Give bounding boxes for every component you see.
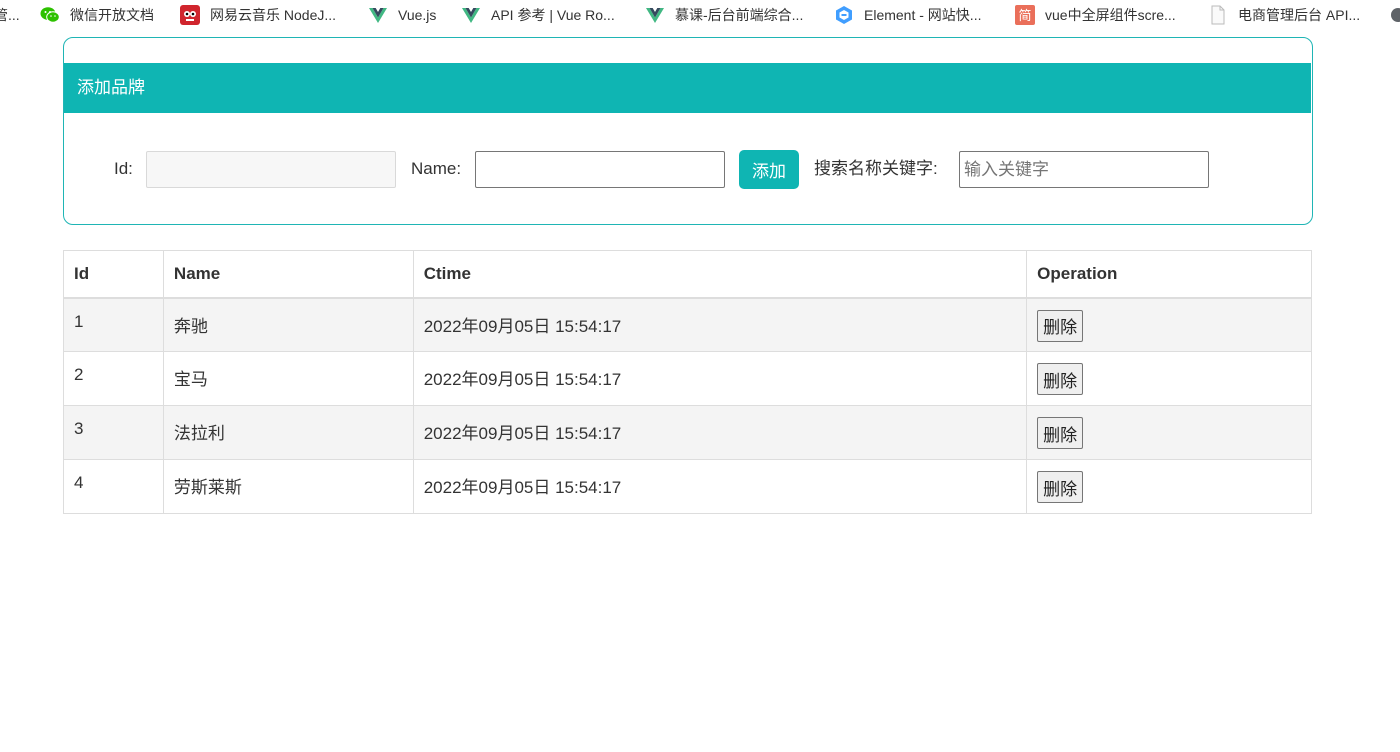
- name-label: Name:: [411, 159, 462, 178]
- cell-ctime: 2022年09月05日 15:54:17: [412, 351, 1028, 406]
- name-input[interactable]: [475, 151, 725, 188]
- bookmark-overflow[interactable]: [1388, 3, 1400, 27]
- bookmark-label: 网易云音乐 NodeJ...: [210, 7, 337, 23]
- cell-id: 3: [63, 405, 164, 460]
- cell-operation: 删除: [1026, 459, 1312, 514]
- id-label: Id:: [114, 159, 133, 178]
- cell-name: 奔驰: [162, 297, 414, 352]
- vue-icon: [368, 5, 388, 25]
- cell-id: 4: [63, 459, 164, 514]
- table-row: 4 劳斯莱斯 2022年09月05日 15:54:17 删除: [63, 459, 1312, 514]
- bookmark-wechat-docs[interactable]: 微信开放文档: [40, 3, 154, 27]
- netease-music-icon: [180, 5, 200, 25]
- bookmark-vue-router-api[interactable]: API 参考 | Vue Ro...: [461, 3, 615, 27]
- wechat-icon: [40, 5, 60, 25]
- table-header-row: Id Name Ctime Operation: [63, 250, 1312, 299]
- vue-icon: [461, 5, 481, 25]
- search-label: 搜索名称关键字:: [814, 159, 938, 178]
- search-input[interactable]: [959, 151, 1209, 188]
- cell-operation: 删除: [1026, 351, 1312, 406]
- header-ctime: Ctime: [412, 250, 1028, 299]
- cell-name: 宝马: [162, 351, 414, 406]
- bookmark-label: Vue.js: [398, 7, 437, 23]
- header-operation: Operation: [1026, 250, 1312, 299]
- bookmark-imooc[interactable]: 慕课-后台前端综合...: [645, 3, 803, 27]
- table-row: 2 宝马 2022年09月05日 15:54:17 删除: [63, 351, 1312, 406]
- header-id: Id: [63, 250, 164, 299]
- bookmark-label: 慕课-后台前端综合...: [675, 7, 804, 23]
- bookmark-vuejs[interactable]: Vue.js: [368, 3, 436, 27]
- cell-name: 法拉利: [162, 405, 414, 460]
- delete-button[interactable]: 删除: [1037, 417, 1084, 449]
- add-brand-panel: 添加品牌 Id: Name: 添加 搜索名称关键字:: [63, 37, 1313, 225]
- cell-operation: 删除: [1026, 297, 1312, 352]
- element-icon: [834, 5, 854, 25]
- cell-operation: 删除: [1026, 405, 1312, 460]
- cell-id: 2: [63, 351, 164, 406]
- add-brand-form: Id: Name: 添加 搜索名称关键字:: [64, 150, 1312, 190]
- cell-ctime: 2022年09月05日 15:54:17: [412, 405, 1028, 460]
- bookmark-element[interactable]: Element - 网站快...: [834, 3, 981, 27]
- bookmarks-bar: 管... 微信开放文档 网易云音乐 NodeJ... Vue.js API 参考…: [0, 0, 1400, 30]
- delete-button[interactable]: 删除: [1037, 309, 1084, 342]
- cell-name: 劳斯莱斯: [162, 459, 414, 514]
- jianshu-icon: 简: [1015, 5, 1035, 25]
- bookmark-label: Element - 网站快...: [864, 7, 982, 23]
- header-name: Name: [162, 250, 414, 299]
- page-icon: [1208, 5, 1228, 25]
- bookmark-label: 管...: [0, 7, 20, 23]
- add-button[interactable]: 添加: [739, 150, 799, 189]
- svg-text:简: 简: [1018, 8, 1031, 24]
- cell-ctime: 2022年09月05日 15:54:17: [412, 459, 1028, 514]
- bookmark-netease-music[interactable]: 网易云音乐 NodeJ...: [180, 3, 336, 27]
- bookmark-label: API 参考 | Vue Ro...: [491, 7, 615, 23]
- delete-button[interactable]: 删除: [1037, 363, 1084, 395]
- table-row: 3 法拉利 2022年09月05日 15:54:17 删除: [63, 405, 1312, 460]
- brand-table: Id Name Ctime Operation 1 奔驰 2022年09月05日…: [63, 250, 1312, 514]
- bookmark-jianshu[interactable]: 简 vue中全屏组件scre...: [1015, 3, 1176, 27]
- cell-id: 1: [63, 297, 164, 352]
- id-input[interactable]: [146, 151, 396, 188]
- panel-title: 添加品牌: [64, 63, 1311, 113]
- bookmark-truncated[interactable]: 管...: [0, 3, 20, 27]
- bookmark-ecommerce-api[interactable]: 电商管理后台 API...: [1208, 3, 1360, 27]
- delete-button[interactable]: 删除: [1037, 471, 1084, 503]
- vue-icon: [645, 5, 665, 25]
- bookmark-label: 电商管理后台 API...: [1238, 7, 1361, 23]
- overflow-icon: [1388, 5, 1400, 25]
- bookmark-label: vue中全屏组件scre...: [1045, 7, 1176, 23]
- cell-ctime: 2022年09月05日 15:54:17: [412, 297, 1028, 352]
- table-row: 1 奔驰 2022年09月05日 15:54:17 删除: [63, 297, 1312, 352]
- bookmark-label: 微信开放文档: [70, 7, 154, 23]
